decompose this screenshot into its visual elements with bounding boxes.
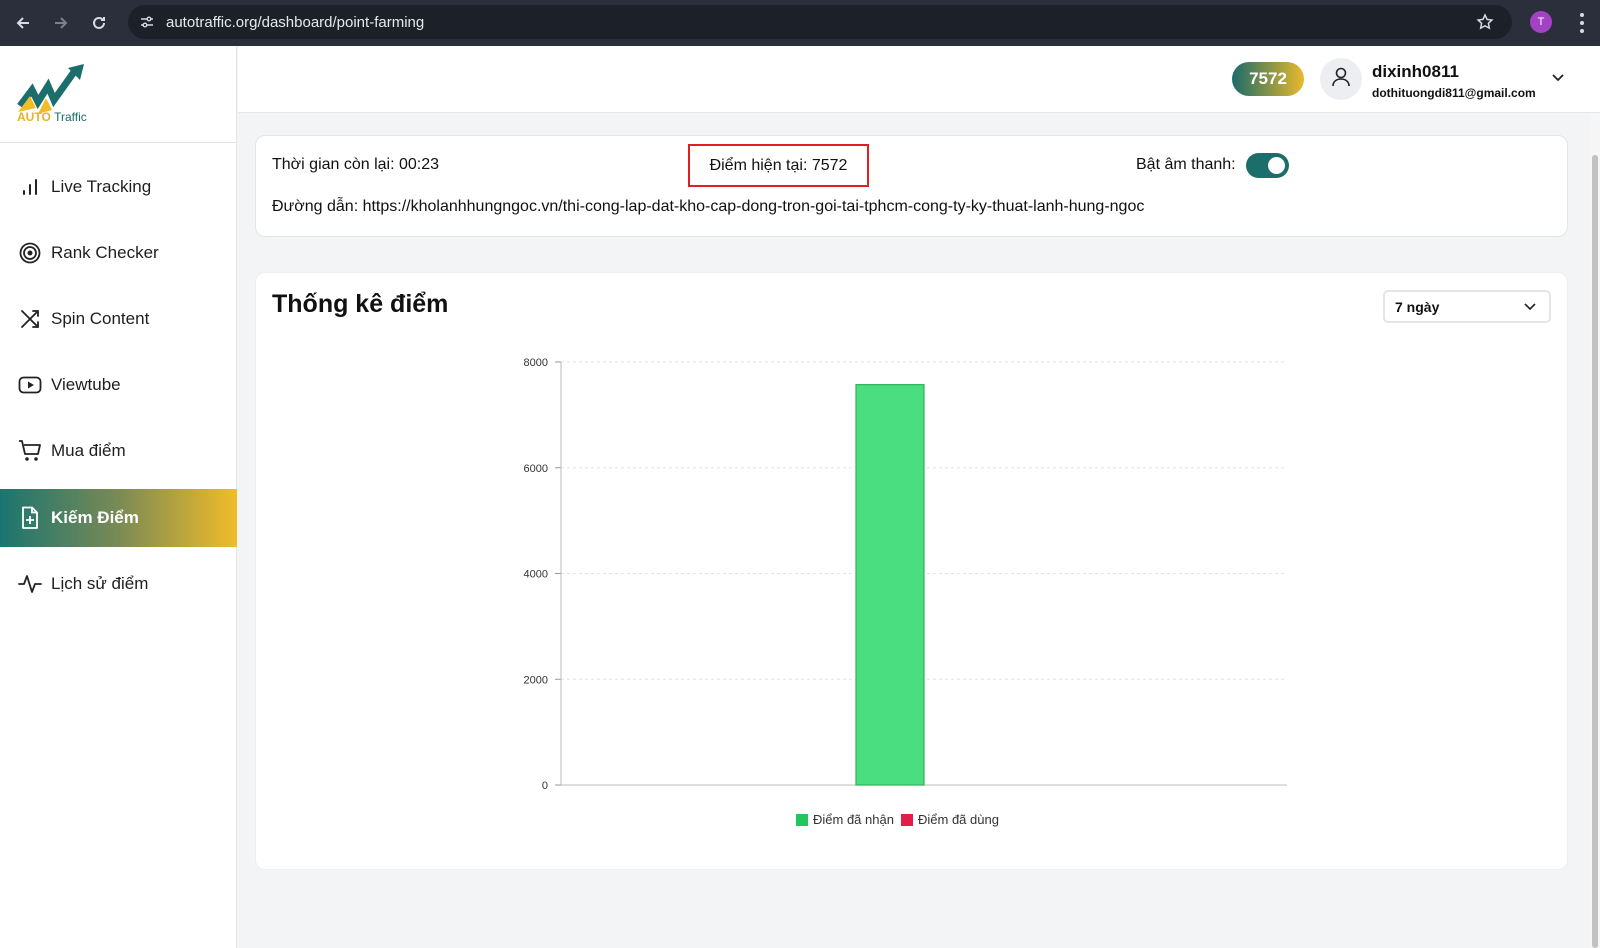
- sidebar-item-lich-su-diem[interactable]: Lịch sử điểm: [0, 555, 237, 613]
- sidebar-divider: [0, 142, 237, 143]
- y-tick-label: 2000: [524, 674, 548, 686]
- sidebar-item-label: Viewtube: [51, 375, 121, 394]
- sidebar-item-rank-checker[interactable]: Rank Checker: [0, 224, 237, 282]
- chevron-down-icon: [1523, 300, 1537, 314]
- scrollbar-thumb[interactable]: [1592, 155, 1598, 948]
- site-info-icon[interactable]: [136, 11, 158, 33]
- sound-label: Bật âm thanh:: [1136, 156, 1236, 173]
- toggle-knob: [1268, 157, 1285, 174]
- legend-swatch: [901, 814, 913, 826]
- sidebar-item-label: Rank Checker: [51, 243, 159, 262]
- y-tick-label: 6000: [524, 463, 548, 475]
- username[interactable]: dixinh0811: [1372, 62, 1459, 82]
- stats-title: Thống kê điểm: [272, 290, 449, 318]
- cart-icon: [17, 438, 43, 464]
- address-bar[interactable]: autotraffic.org/dashboard/point-farming: [128, 5, 1512, 39]
- reload-icon[interactable]: [86, 10, 112, 36]
- range-select-value: 7 ngày: [1395, 299, 1440, 315]
- sidebar-item-label: Live Tracking: [51, 177, 152, 196]
- target-url: Đường dẫn: https://kholanhhungngoc.vn/th…: [272, 198, 1145, 215]
- sidebar-item-label: Mua điểm: [51, 441, 126, 460]
- chevron-down-icon[interactable]: [1550, 70, 1566, 86]
- points-bar-chart: 8000 6000 4000 2000 0 Điểm đã nhận Điểm đã dùn…: [524, 357, 1287, 827]
- bar-chart-icon: [17, 174, 43, 200]
- user-email: dothituongdi811@gmail.com: [1372, 86, 1536, 100]
- sidebar-item-label: Spin Content: [51, 309, 150, 328]
- y-tick-label: 4000: [524, 569, 548, 581]
- sidebar-item-label: Kiếm Điểm: [51, 508, 139, 527]
- y-tick-label: 0: [542, 780, 548, 792]
- bookmark-star-icon[interactable]: [1474, 11, 1496, 33]
- legend-swatch: [796, 814, 808, 826]
- countdown-timer: Thời gian còn lại: 00:23: [272, 156, 440, 173]
- sound-toggle[interactable]: [1246, 153, 1289, 178]
- forward-icon[interactable]: [48, 10, 74, 36]
- range-select[interactable]: 7 ngày: [1383, 290, 1551, 323]
- sidebar-item-spin-content[interactable]: Spin Content: [0, 290, 237, 348]
- browser-menu-icon[interactable]: [1576, 11, 1588, 35]
- legend-label: Điểm đã nhận: [813, 812, 894, 827]
- sidebar-item-mua-diem[interactable]: Mua điểm: [0, 422, 237, 480]
- logo-text: AUTO Traffic: [17, 110, 87, 124]
- shuffle-icon: [17, 306, 43, 332]
- activity-icon: [17, 571, 43, 597]
- url-text[interactable]: autotraffic.org/dashboard/point-farming: [166, 14, 424, 31]
- sidebar-item-live-tracking[interactable]: Live Tracking: [0, 158, 237, 216]
- browser-toolbar: autotraffic.org/dashboard/point-farming …: [0, 0, 1600, 46]
- youtube-icon: [17, 372, 43, 398]
- file-plus-icon: [17, 505, 43, 531]
- bar-received: [855, 384, 925, 786]
- y-tick-label: 8000: [524, 357, 548, 369]
- back-icon[interactable]: [10, 10, 36, 36]
- sidebar-item-viewtube[interactable]: Viewtube: [0, 356, 237, 414]
- avatar[interactable]: [1320, 58, 1362, 100]
- sidebar-item-label: Lịch sử điểm: [51, 574, 149, 593]
- legend-label: Điểm đã dùng: [918, 812, 999, 827]
- current-points: Điểm hiện tại: 7572: [688, 144, 869, 187]
- points-badge: 7572: [1232, 62, 1304, 96]
- current-points-text: Điểm hiện tại: 7572: [709, 156, 848, 174]
- sidebar-item-kiem-diem[interactable]: Kiếm Điểm: [0, 489, 237, 547]
- farming-info-card: [255, 135, 1568, 237]
- profile-avatar[interactable]: T: [1530, 11, 1552, 33]
- user-icon: [1330, 66, 1352, 93]
- target-icon: [17, 240, 43, 266]
- sidebar: AUTO Traffic Live Tracking Rank Checker …: [0, 46, 237, 948]
